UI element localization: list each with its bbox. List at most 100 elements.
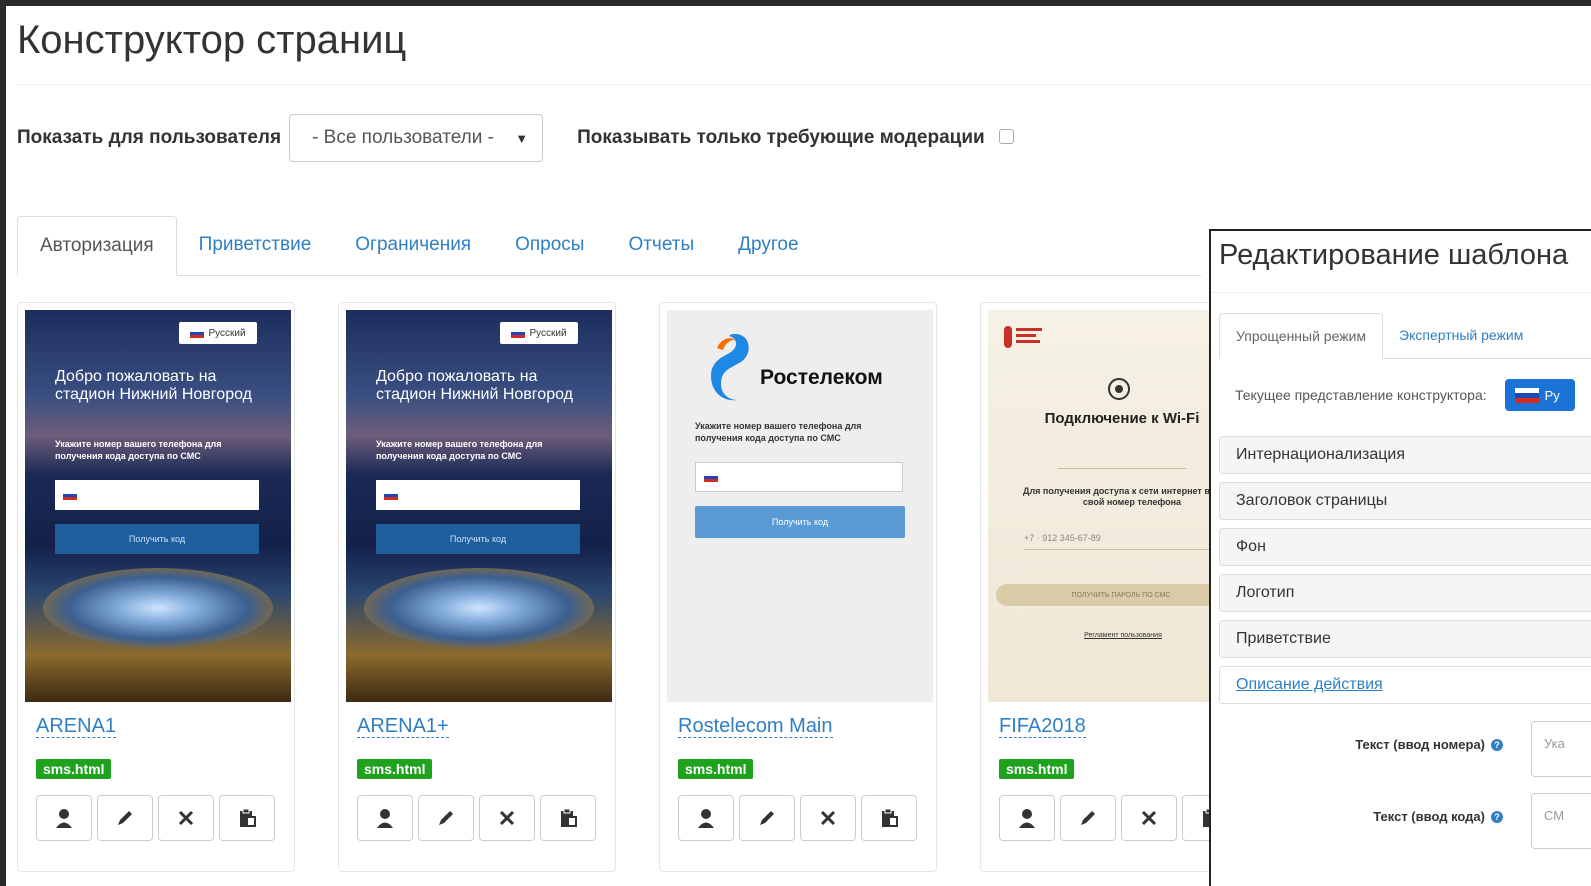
rostelecom-logo-icon bbox=[711, 334, 749, 401]
template-card-arena1: Русский Добро пожаловать на стадион Нижн… bbox=[17, 302, 295, 872]
template-preview[interactable]: Ростелеком Укажите номер вашего телефона… bbox=[667, 310, 933, 702]
close-icon bbox=[178, 810, 194, 826]
section-background[interactable]: Фон bbox=[1219, 528, 1591, 566]
help-icon[interactable]: ? bbox=[1491, 810, 1503, 823]
card-title-link[interactable]: Rostelecom Main bbox=[678, 715, 833, 738]
rules-link-preview: Регламент пользования bbox=[1084, 632, 1162, 639]
user-filter-select[interactable]: - Все пользователи - ▼ bbox=[289, 114, 544, 162]
edit-button[interactable] bbox=[1060, 795, 1116, 841]
card-actions bbox=[999, 795, 1243, 841]
template-preview[interactable]: Русский Добро пожаловать на стадион Нижн… bbox=[25, 310, 291, 702]
language-button-label: Ру bbox=[1544, 387, 1560, 403]
code-text-label-text: Текст (ввод кода) bbox=[1373, 809, 1485, 824]
card-title-link[interactable]: ARENA1 bbox=[36, 715, 117, 738]
pencil-icon bbox=[1081, 811, 1095, 825]
editor-mode-tabs: Упрощенный режим Экспертный режим bbox=[1219, 313, 1591, 359]
language-button[interactable]: Ру bbox=[1504, 379, 1575, 411]
edit-button[interactable] bbox=[97, 795, 153, 841]
stadium-image bbox=[364, 568, 594, 648]
field-row-phone-text: Текст (ввод номера) ? Ука bbox=[1219, 721, 1591, 787]
editor-title-divider bbox=[1211, 292, 1591, 293]
phone-hint-text: Укажите номер вашего телефона для получе… bbox=[55, 439, 222, 461]
delete-button[interactable] bbox=[158, 795, 214, 841]
tab-expert-mode[interactable]: Экспертный режим bbox=[1383, 312, 1539, 358]
code-text-input[interactable]: СМ bbox=[1531, 793, 1591, 849]
copy-button[interactable] bbox=[540, 795, 596, 841]
clipboard-icon bbox=[240, 808, 256, 827]
tab-reports[interactable]: Отчеты bbox=[606, 215, 716, 275]
section-action-description[interactable]: Описание действия bbox=[1219, 666, 1591, 704]
tab-other[interactable]: Другое bbox=[716, 215, 820, 275]
assign-user-button[interactable] bbox=[357, 795, 413, 841]
delete-button[interactable] bbox=[1121, 795, 1177, 841]
copy-button[interactable] bbox=[219, 795, 275, 841]
fifa-emblem-icon bbox=[1004, 326, 1042, 348]
template-editor-panel: Редактирование шаблона Упрощенный режим … bbox=[1209, 229, 1591, 886]
close-icon bbox=[499, 810, 515, 826]
tab-surveys[interactable]: Опросы bbox=[493, 215, 606, 275]
section-internationalization[interactable]: Интернационализация bbox=[1219, 436, 1591, 474]
phone-input-preview bbox=[55, 480, 259, 510]
russia-flag-icon bbox=[384, 490, 398, 500]
tab-simple-mode[interactable]: Упрощенный режим bbox=[1219, 313, 1384, 359]
get-code-button-preview: Получить код bbox=[695, 506, 905, 538]
delete-button[interactable] bbox=[479, 795, 535, 841]
caret-down-icon: ▼ bbox=[515, 130, 529, 146]
phone-text-label: Текст (ввод номера) ? bbox=[1355, 737, 1503, 752]
russia-flag-icon bbox=[511, 328, 526, 338]
user-filter-select-value: - Все пользователи - bbox=[312, 127, 494, 148]
phone-input-preview bbox=[376, 480, 580, 510]
rostelecom-brand: Ростелеком bbox=[760, 366, 883, 389]
template-file-badge: sms.html bbox=[999, 759, 1075, 779]
edit-button[interactable] bbox=[418, 795, 474, 841]
assign-user-button[interactable] bbox=[36, 795, 92, 841]
assign-user-button[interactable] bbox=[999, 795, 1055, 841]
filter-row: Показать для пользователя - Все пользова… bbox=[17, 114, 1014, 162]
current-view-row: Текущее представление конструктора: Ру bbox=[1235, 379, 1575, 411]
user-icon bbox=[698, 809, 714, 828]
moderation-checkbox[interactable] bbox=[998, 128, 1014, 144]
page-title: Конструктор страниц bbox=[17, 18, 407, 62]
language-selector-preview: Русский bbox=[179, 322, 257, 344]
close-icon bbox=[820, 810, 836, 826]
russia-flag-icon bbox=[63, 490, 77, 500]
moderation-filter-label: Показывать только требующие модерации bbox=[577, 127, 985, 148]
tab-greeting[interactable]: Приветствие bbox=[177, 215, 334, 275]
title-divider bbox=[17, 84, 1591, 85]
field-row-code-text: Текст (ввод кода) ? СМ bbox=[1219, 793, 1591, 859]
template-preview[interactable]: Русский Добро пожаловать на стадион Нижн… bbox=[346, 310, 612, 702]
card-title-link[interactable]: FIFA2018 bbox=[999, 715, 1086, 738]
edit-button[interactable] bbox=[739, 795, 795, 841]
russia-flag-icon bbox=[190, 328, 205, 338]
delete-button[interactable] bbox=[800, 795, 856, 841]
card-actions bbox=[357, 795, 601, 841]
phone-text-input[interactable]: Ука bbox=[1531, 721, 1591, 777]
pencil-icon bbox=[118, 811, 132, 825]
section-page-header[interactable]: Заголовок страницы bbox=[1219, 482, 1591, 520]
clipboard-icon bbox=[561, 808, 577, 827]
help-icon[interactable]: ? bbox=[1491, 738, 1503, 751]
clipboard-icon bbox=[882, 808, 898, 827]
language-label: Русский bbox=[529, 327, 567, 339]
tab-authorization[interactable]: Авторизация bbox=[17, 216, 177, 276]
section-logo[interactable]: Логотип bbox=[1219, 574, 1591, 612]
tab-restrictions[interactable]: Ограничения bbox=[333, 215, 493, 275]
user-icon bbox=[56, 809, 72, 828]
card-actions bbox=[36, 795, 280, 841]
phone-input-preview bbox=[695, 462, 903, 492]
copy-button[interactable] bbox=[861, 795, 917, 841]
current-view-label: Текущее представление конструктора: bbox=[1235, 387, 1487, 403]
phone-hint-text: Укажите номер вашего телефона для получе… bbox=[695, 421, 862, 443]
template-card-rostelecom-main: Ростелеком Укажите номер вашего телефона… bbox=[659, 302, 937, 872]
code-text-label: Текст (ввод кода) ? bbox=[1373, 809, 1503, 824]
welcome-text: Добро пожаловать на стадион Нижний Новго… bbox=[55, 368, 252, 403]
assign-user-button[interactable] bbox=[678, 795, 734, 841]
card-title-link[interactable]: ARENA1+ bbox=[357, 715, 449, 738]
preview-divider bbox=[1058, 468, 1186, 469]
card-actions bbox=[678, 795, 922, 841]
pencil-icon bbox=[439, 811, 453, 825]
user-icon bbox=[377, 809, 393, 828]
language-selector-preview: Русский bbox=[500, 322, 578, 344]
section-greeting[interactable]: Приветствие bbox=[1219, 620, 1591, 658]
template-file-badge: sms.html bbox=[678, 759, 754, 779]
